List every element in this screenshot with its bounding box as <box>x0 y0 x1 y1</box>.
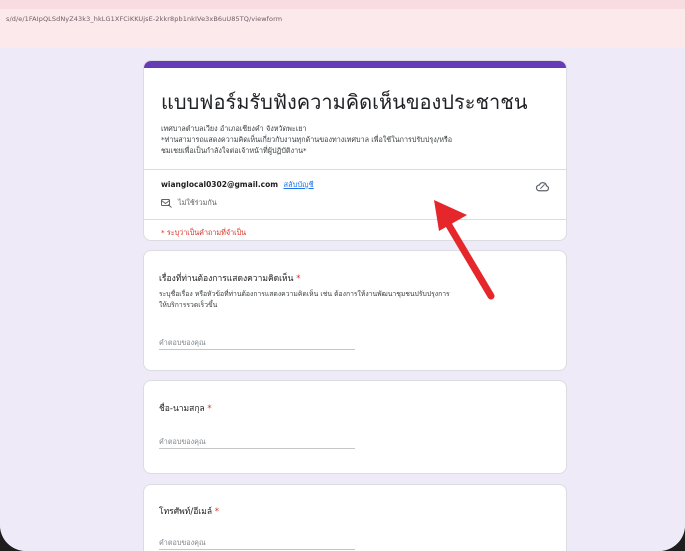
divider <box>144 169 566 170</box>
form-title: แบบฟอร์มรับฟังความคิดเห็นของประชาชน <box>161 90 528 114</box>
required-asterisk: * <box>296 274 301 284</box>
not-shared-status: ไม่ใช้ร่วมกัน <box>161 198 217 209</box>
required-note: * ระบุว่าเป็นคำถามที่จำเป็น <box>161 228 247 237</box>
question-title: เรื่องที่ท่านต้องการแสดงความคิดเห็น * <box>159 271 300 285</box>
question-label: ชื่อ-นามสกุล <box>159 404 205 414</box>
cloud-icon[interactable] <box>535 181 550 192</box>
form-description: เทศบาลตำบลเวียง อำเภอเชียงคำ จังหวัดพะเย… <box>161 123 556 156</box>
description-line: เทศบาลตำบลเวียง อำเภอเชียงคำ จังหวัดพะเย… <box>161 124 307 133</box>
browser-address-bar[interactable]: s/d/e/1FAIpQLSdNyZ43k3_hkLG1XFCiKKUjsE-2… <box>0 0 685 49</box>
answer-input[interactable] <box>159 434 355 449</box>
required-asterisk: * <box>214 507 219 517</box>
not-shared-icon <box>161 198 172 208</box>
question-label: เรื่องที่ท่านต้องการแสดงความคิดเห็น <box>159 274 294 284</box>
red-arrow-annotation <box>434 200 495 300</box>
description-line: *ท่านสามารถแสดงความคิดเห็นเกี่ยวกับงานทุ… <box>161 135 453 144</box>
answer-input[interactable] <box>159 535 355 550</box>
question-label: โทรศัพท์/อีเมล์ <box>159 507 213 517</box>
description-line: ชมเชยเพื่อเป็นกำลังใจต่อเจ้าหน้าที่ผู้ปฏ… <box>161 146 307 155</box>
question-title: ชื่อ-นามสกุล * <box>159 401 212 415</box>
browser-tab-strip <box>0 0 685 9</box>
theme-accent-bar <box>144 61 566 68</box>
question-title: โทรศัพท์/อีเมล์ * <box>159 504 219 518</box>
not-shared-label: ไม่ใช้ร่วมกัน <box>178 198 217 207</box>
address-url[interactable]: s/d/e/1FAIpQLSdNyZ43k3_hkLG1XFCiKKUjsE-2… <box>6 15 282 23</box>
account-row: wianglocal0302@gmail.com สลับบัญชี <box>161 179 314 191</box>
screenshot-frame: s/d/e/1FAIpQLSdNyZ43k3_hkLG1XFCiKKUjsE-2… <box>0 0 685 551</box>
account-email: wianglocal0302@gmail.com <box>161 180 279 189</box>
answer-input[interactable] <box>159 335 355 350</box>
question-card: ชื่อ-นามสกุล * <box>143 380 567 474</box>
form-page: แบบฟอร์มรับฟังความคิดเห็นของประชาชน เทศบ… <box>0 48 685 551</box>
switch-account-link[interactable]: สลับบัญชี <box>283 180 313 189</box>
question-card: โทรศัพท์/อีเมล์ * <box>143 484 567 551</box>
required-asterisk: * <box>207 404 212 414</box>
